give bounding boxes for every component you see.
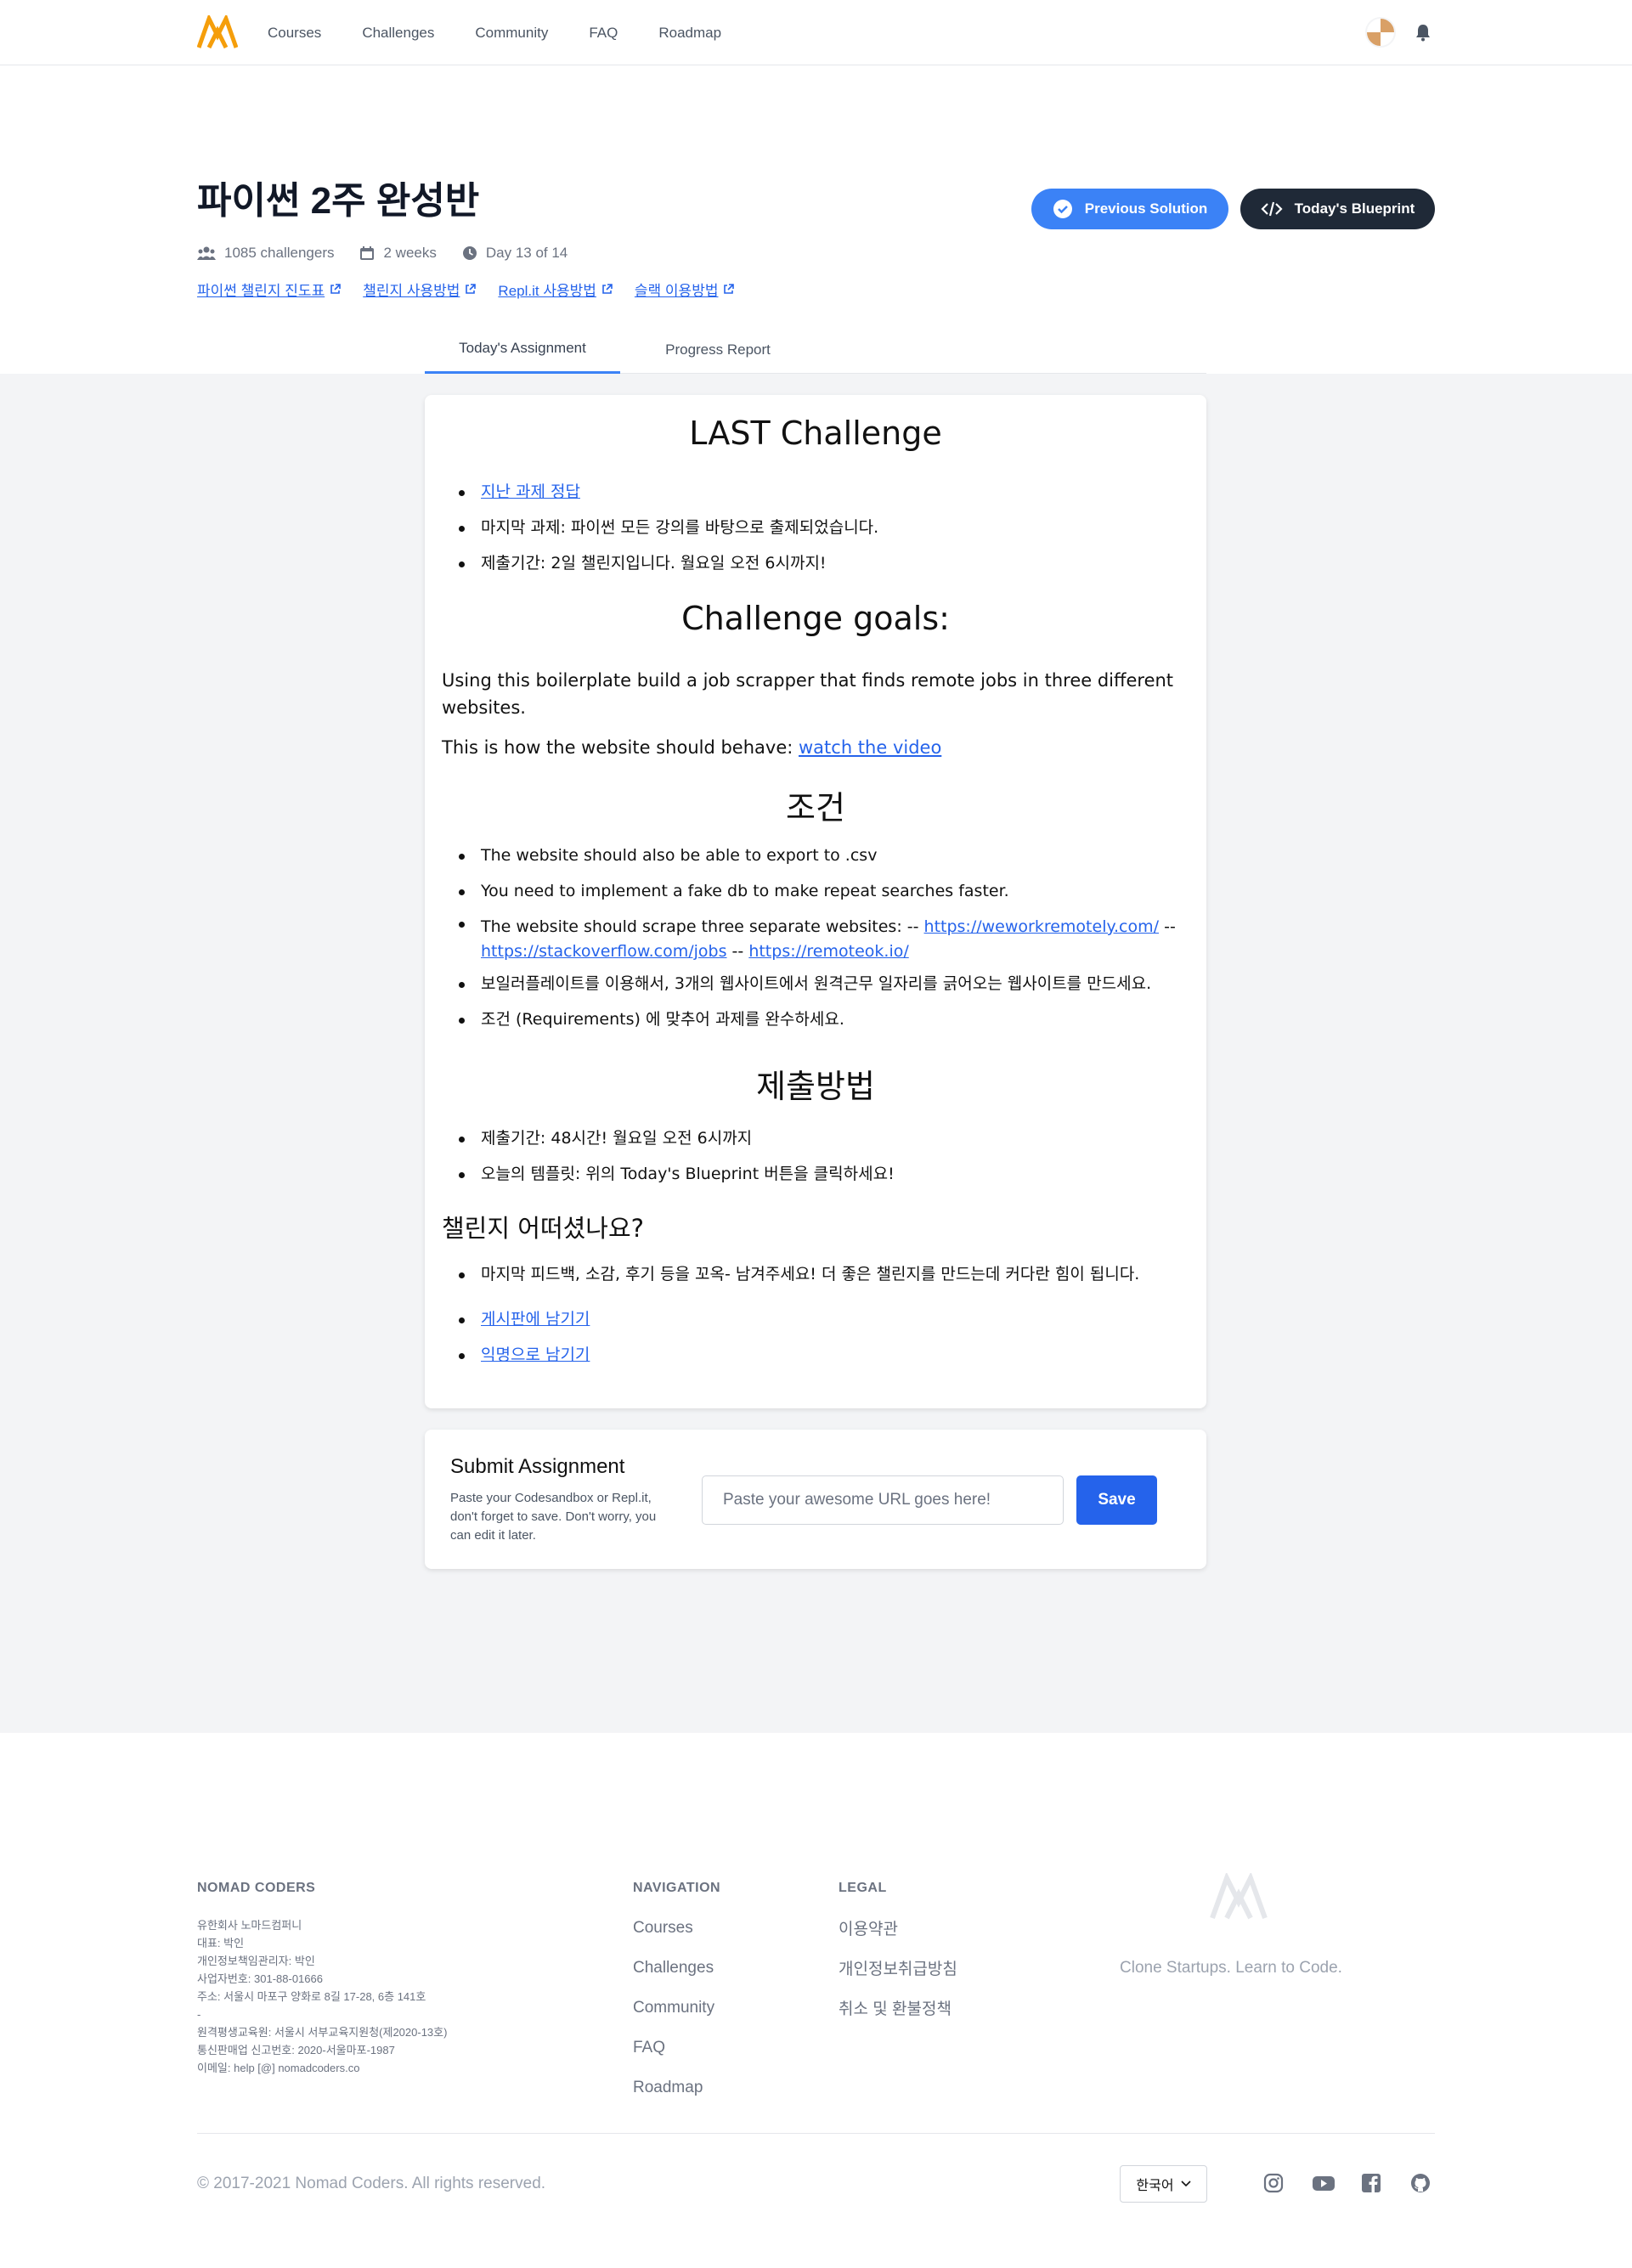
conditions-list: The website should also be able to expor…: [459, 847, 1189, 1047]
previous-answer-link[interactable]: 지난 과제 정답: [481, 482, 580, 501]
footer-brand: NOMAD CODERS: [197, 1881, 316, 1895]
challengers-count: 1085 challengers: [197, 245, 334, 262]
external-link-icon: [602, 284, 613, 294]
footer-link-challenges[interactable]: Challenges: [633, 1959, 714, 1999]
duration: 2 weeks: [359, 245, 437, 262]
footer-link-refund[interactable]: 취소 및 환불정책: [839, 1996, 957, 2036]
tab-todays-assignment[interactable]: Today's Assignment: [425, 325, 620, 374]
assignment-title: LAST Challenge: [689, 415, 942, 452]
behave-text: This is how the website should behave: w…: [442, 737, 942, 758]
url-input[interactable]: [702, 1475, 1064, 1525]
footer-legal: 이용약관 개인정보취급방침 취소 및 환불정책: [839, 1916, 957, 2036]
footer-link-terms[interactable]: 이용약관: [839, 1916, 957, 1956]
list-item: 조건 (Requirements) 에 맞추어 과제를 완수하세요.: [459, 1011, 1189, 1029]
anonymous-feedback-link[interactable]: 익명으로 남기기: [481, 1346, 590, 1364]
board-feedback-link[interactable]: 게시판에 남기기: [481, 1310, 590, 1329]
clock-icon: [462, 246, 477, 260]
day-text: Day 13 of 14: [485, 245, 568, 261]
footer-link-privacy[interactable]: 개인정보취급방침: [839, 1956, 957, 1996]
footer-link-faq[interactable]: FAQ: [633, 2039, 714, 2079]
submit-description: Paste your Codesandbox or Repl.it, don't…: [450, 1491, 657, 1543]
tab-progress-report[interactable]: Progress Report: [620, 325, 816, 374]
nav-link-courses[interactable]: Courses: [268, 25, 321, 42]
link-progress-table[interactable]: 파이썬 챌린지 진도표: [197, 279, 342, 300]
link-replit-guide[interactable]: Repl.it 사용방법: [498, 279, 613, 300]
external-link-icon: [724, 284, 735, 294]
todays-blueprint-button[interactable]: Today's Blueprint: [1240, 189, 1435, 229]
list-item: You need to implement a fake db to make …: [459, 883, 1189, 900]
watch-video-link[interactable]: watch the video: [799, 737, 941, 758]
tabs: Today's Assignment Progress Report: [425, 325, 1206, 374]
day-progress: Day 13 of 14: [462, 245, 568, 262]
goals-text: Using this boilerplate build a job scrap…: [442, 670, 1174, 718]
nomad-coders-logo[interactable]: [197, 15, 238, 49]
bell-icon[interactable]: [1415, 23, 1432, 42]
feedback-list: 마지막 피드백, 소감, 후기 등을 꼬옥- 남겨주세요! 더 좋은 챌린지를 …: [458, 1265, 1140, 1382]
users-icon: [197, 246, 216, 260]
facebook-icon[interactable]: [1361, 2173, 1381, 2193]
feedback-heading: 챌린지 어떠셨나요?: [442, 1214, 645, 1243]
footer-legal-heading: LEGAL: [839, 1881, 887, 1895]
external-link-icon: [466, 284, 477, 294]
footer-divider: [197, 2133, 1435, 2134]
nav-link-roadmap[interactable]: Roadmap: [658, 25, 721, 42]
page-title: 파이썬 2주 완성반: [197, 180, 480, 222]
footer-tagline: Clone Startups. Learn to Code.: [1120, 1959, 1342, 1977]
top-navbar: Courses Challenges Community FAQ Roadmap: [0, 0, 1632, 65]
submit-assignment-card: Submit Assignment Paste your Codesandbox…: [425, 1430, 1206, 1569]
instagram-icon[interactable]: [1263, 2173, 1284, 2193]
footer-nav-heading: NAVIGATION: [633, 1881, 721, 1895]
list-item: 제출기간: 2일 챌린지입니다. 월요일 오전 6시까지!: [458, 555, 878, 573]
github-icon[interactable]: [1410, 2173, 1431, 2193]
nav-link-challenges[interactable]: Challenges: [362, 25, 434, 42]
list-item: 지난 과제 정답: [458, 482, 878, 501]
nav-link-faq[interactable]: FAQ: [589, 25, 618, 42]
chevron-down-icon: [1181, 2181, 1191, 2187]
footer-link-courses[interactable]: Courses: [633, 1919, 714, 1959]
link-slack-guide[interactable]: 슬랙 이용방법: [635, 279, 735, 300]
footer-nav: Courses Challenges Community FAQ Roadmap: [633, 1919, 714, 2118]
conditions-heading: 조건: [786, 789, 845, 827]
language-select[interactable]: 한국어: [1120, 2165, 1207, 2203]
youtube-icon[interactable]: [1312, 2173, 1336, 2193]
weworkremotely-link[interactable]: https://weworkremotely.com/: [924, 917, 1160, 936]
list-item: 마지막 과제: 파이썬 모든 강의를 바탕으로 출제되었습니다.: [458, 518, 879, 537]
nav-link-community[interactable]: Community: [475, 25, 548, 42]
external-link-icon: [330, 284, 342, 294]
footer-link-roadmap[interactable]: Roadmap: [633, 2079, 714, 2118]
remoteok-link[interactable]: https://remoteok.io/: [748, 942, 908, 961]
list-item: 제출기간: 48시간! 월요일 오전 6시까지: [459, 1130, 895, 1148]
submit-method-list: 제출기간: 48시간! 월요일 오전 6시까지 오늘의 템플릿: 위의 Toda…: [459, 1130, 895, 1201]
nav-right: [1365, 17, 1432, 48]
challenge-meta: 1085 challengers 2 weeks Day 13 of 14: [197, 245, 593, 262]
save-button[interactable]: Save: [1076, 1475, 1157, 1525]
intro-list: 지난 과제 정답 마지막 과제: 파이썬 모든 강의를 바탕으로 출제되었습니다…: [458, 482, 879, 590]
check-circle-icon: [1053, 200, 1072, 218]
list-item: 보일러플레이트를 이용해서, 3개의 웹사이트에서 원격근무 일자리를 긁어오는…: [459, 975, 1189, 993]
challenge-links: 파이썬 챌린지 진도표 챌린지 사용방법 Repl.it 사용방법 슬랙 이용방…: [197, 279, 756, 300]
previous-solution-button[interactable]: Previous Solution: [1031, 189, 1228, 229]
code-icon: [1261, 201, 1283, 217]
duration-text: 2 weeks: [383, 245, 437, 261]
list-item: 게시판에 남기기: [458, 1310, 1139, 1329]
copyright: © 2017-2021 Nomad Coders. All rights res…: [197, 2175, 546, 2192]
submit-method-heading: 제출방법: [756, 1068, 875, 1105]
stackoverflow-link[interactable]: https://stackoverflow.com/jobs: [481, 942, 727, 961]
list-item: 오늘의 템플릿: 위의 Today's Blueprint 버튼을 클릭하세요!: [459, 1165, 895, 1183]
avatar[interactable]: [1365, 17, 1396, 48]
nav-links: Courses Challenges Community FAQ Roadmap: [268, 0, 762, 65]
list-item: The website should also be able to expor…: [459, 847, 1189, 865]
link-how-to-use[interactable]: 챌린지 사용방법: [363, 279, 477, 300]
list-item: The website should scrape three separate…: [459, 915, 1189, 964]
goals-heading: Challenge goals:: [681, 600, 950, 637]
footer-link-community[interactable]: Community: [633, 1999, 714, 2039]
company-info: 유한회사 노마드컴퍼니 대표: 박인 개인정보책임관리자: 박인 사업자번호: 30…: [197, 1919, 448, 2074]
challengers-text: 1085 challengers: [224, 245, 335, 261]
footer-logo: [1210, 1873, 1268, 1920]
assignment-card: LAST Challenge 지난 과제 정답 마지막 과제: 파이썬 모든 강…: [425, 395, 1206, 1408]
list-item: 익명으로 남기기: [458, 1346, 1139, 1364]
submit-title: Submit Assignment: [450, 1455, 625, 1478]
list-item: 마지막 피드백, 소감, 후기 등을 꼬옥- 남겨주세요! 더 좋은 챌린지를 …: [458, 1265, 1140, 1284]
calendar-icon: [360, 246, 375, 260]
